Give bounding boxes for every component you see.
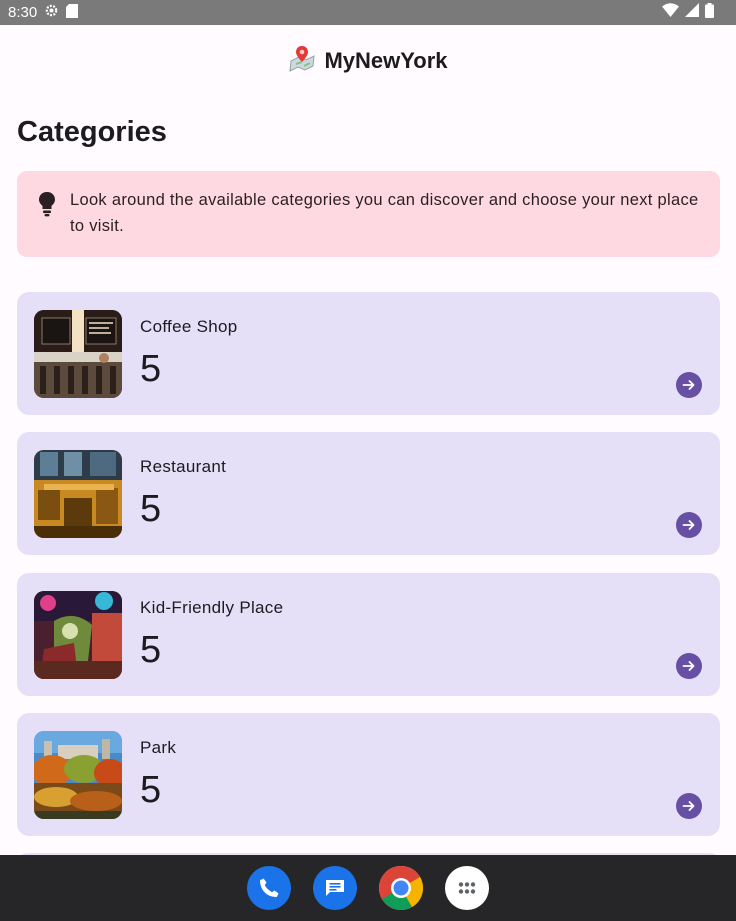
cell-signal-icon	[685, 3, 699, 22]
category-card-restaurant[interactable]: Restaurant 5	[17, 432, 720, 555]
map-pin-logo-icon	[288, 45, 316, 77]
park-thumbnail	[34, 731, 122, 819]
info-text: Look around the available categories you…	[70, 191, 699, 235]
restaurant-thumbnail	[34, 450, 122, 538]
category-count: 5	[140, 348, 162, 390]
category-count: 5	[140, 629, 162, 671]
chrome-icon[interactable]	[379, 866, 423, 910]
category-name: Park	[140, 738, 177, 757]
sd-card-icon	[66, 3, 79, 22]
coffee-shop-thumbnail	[34, 310, 122, 398]
category-card-kid-friendly-place[interactable]: Kid-Friendly Place 5	[17, 573, 720, 696]
info-card: Look around the available categories you…	[17, 171, 720, 257]
status-bar: 8:30	[0, 0, 736, 25]
category-count: 5	[140, 769, 162, 811]
category-name: Coffee Shop	[140, 317, 238, 336]
arrow-forward-icon[interactable]	[676, 793, 702, 819]
screen: 8:30 MyNewYork Categories Look around th…	[0, 0, 736, 921]
arrow-forward-icon[interactable]	[676, 653, 702, 679]
page-title: Categories	[17, 116, 167, 148]
category-card-coffee-shop[interactable]: Coffee Shop 5	[17, 292, 720, 415]
kid-friendly-place-thumbnail	[34, 591, 122, 679]
app-title: MyNewYork	[324, 48, 448, 73]
category-name: Kid-Friendly Place	[140, 598, 284, 617]
phone-icon[interactable]	[247, 866, 291, 910]
category-name: Restaurant	[140, 457, 227, 476]
app-bar: MyNewYork	[0, 25, 736, 97]
arrow-forward-icon[interactable]	[676, 512, 702, 538]
category-card-park[interactable]: Park 5	[17, 713, 720, 836]
status-left: 8:30	[8, 3, 79, 22]
settings-gear-icon	[44, 3, 59, 22]
status-time: 8:30	[8, 4, 38, 21]
category-count: 5	[140, 488, 162, 530]
system-nav-bar	[0, 855, 736, 921]
lightbulb-icon	[35, 191, 59, 217]
messages-icon[interactable]	[313, 866, 357, 910]
battery-icon	[705, 2, 714, 23]
status-right	[662, 2, 714, 23]
wifi-icon	[662, 3, 679, 22]
arrow-forward-icon[interactable]	[676, 372, 702, 398]
app-drawer-icon[interactable]	[445, 866, 489, 910]
